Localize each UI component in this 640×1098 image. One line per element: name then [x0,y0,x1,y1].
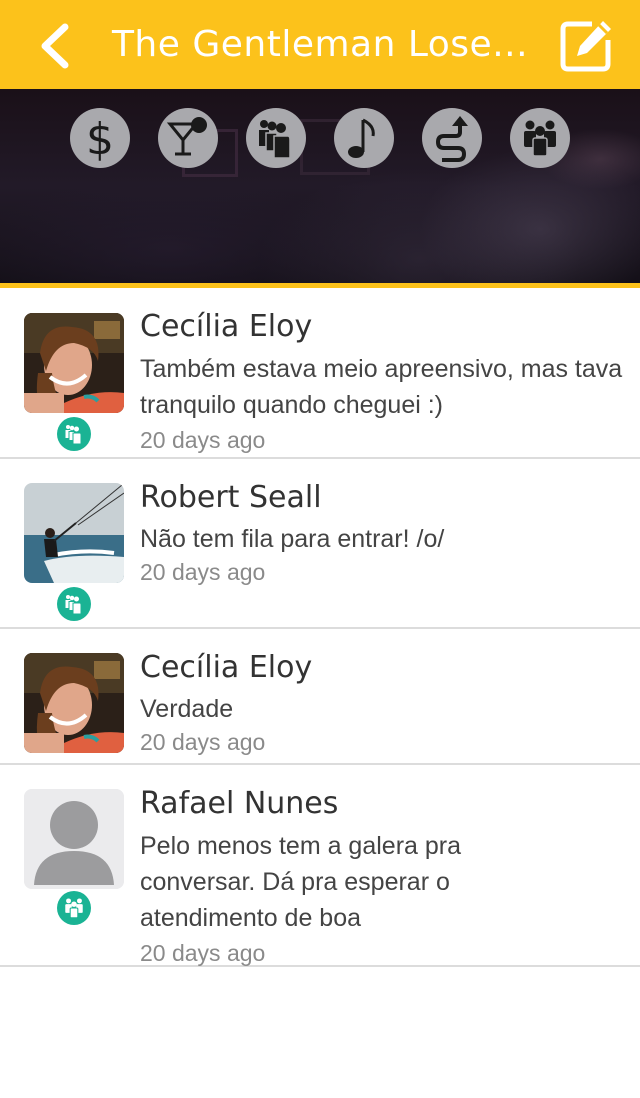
category-music[interactable] [334,108,394,168]
comment-time: 20 days ago [140,427,266,453]
comment-row[interactable]: Cecília Eloy Verdade 20 days ago [0,629,640,765]
comment-row[interactable]: Cecília Eloy Também estava meio apreensi… [0,288,640,459]
comment-author[interactable]: Cecília Eloy [140,650,312,685]
queue-badge-icon [65,595,82,615]
comment-text: Pelo menos tem a galera pra conversar. D… [140,832,462,932]
avatar[interactable] [24,789,124,889]
queue-badge [57,587,91,621]
queue-badge-icon [65,425,82,445]
navbar: The Gentleman Lose... [0,0,640,89]
category-route[interactable] [422,108,482,168]
category-queue[interactable] [246,108,306,168]
comment-time: 20 days ago [140,940,266,966]
comment-author[interactable]: Robert Seall [140,480,322,515]
compose-button[interactable] [558,18,614,74]
crowd-icon [524,120,556,157]
cocktail-icon [166,117,207,156]
comment-time: 20 days ago [140,729,266,755]
avatar[interactable] [24,653,124,753]
category-price[interactable]: $ [70,108,130,168]
comment-text: Verdade [140,695,234,723]
svg-text:$: $ [86,114,114,162]
chevron-left-icon [41,23,69,69]
comment-row[interactable]: Rafael Nunes Pelo menos tem a galera pra… [0,765,640,967]
queue-badge [57,417,91,451]
default-user-icon [24,789,124,889]
music-note-icon [348,118,375,158]
category-crowd[interactable] [510,108,570,168]
comment-text: Não tem fila para entrar! /o/ [140,525,445,553]
avatar[interactable] [24,313,124,413]
comment-text: Também estava meio apreensivo, mas tava … [140,355,623,419]
user-photo-icon [24,313,124,413]
category-drinks[interactable] [158,108,218,168]
category-icon-bar: $ [0,108,640,170]
page-title: The Gentleman Lose... [111,24,529,65]
compose-icon [560,21,611,72]
user-photo-icon [24,653,124,753]
dollar-icon: $ [86,114,114,162]
route-icon [435,116,468,162]
avatar[interactable] [24,483,124,583]
comment-time: 20 days ago [140,559,266,585]
crowd-badge-icon [65,898,83,919]
user-photo-icon [24,483,124,583]
comment-author[interactable]: Rafael Nunes [140,786,338,821]
crowd-badge [57,891,91,925]
queue-icon [259,120,291,159]
comment-author[interactable]: Cecília Eloy [140,309,312,344]
comment-row[interactable]: Robert Seall Não tem fila para entrar! /… [0,459,640,629]
back-button[interactable] [28,20,80,72]
